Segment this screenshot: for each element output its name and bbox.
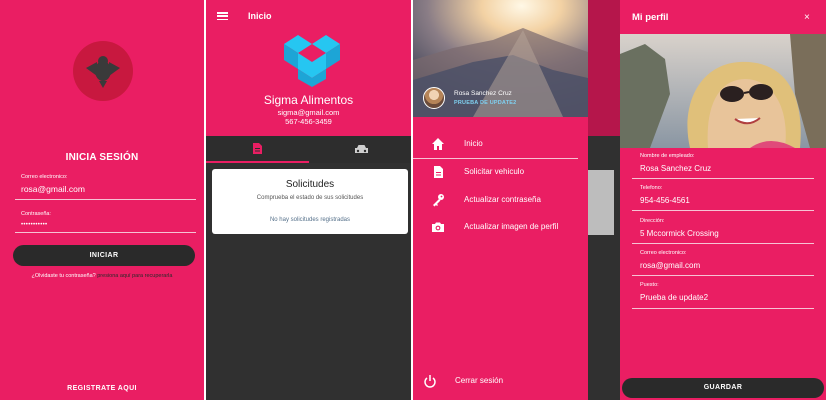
- car-icon: [355, 145, 368, 153]
- document-icon: [253, 143, 262, 154]
- bird-logo-icon: [86, 56, 120, 88]
- close-icon[interactable]: ×: [804, 12, 810, 23]
- email-field[interactable]: rosa@gmail.com: [21, 184, 85, 194]
- card-title: Solicitudes: [285, 179, 335, 190]
- profile-appbar: Mi perfil ×: [620, 0, 826, 34]
- drawer-user-name: Rosa Sanchez Cruz: [454, 90, 512, 97]
- navigation-drawer: Rosa Sanchez Cruz PRUEBA DE UPDATE2 Inic…: [413, 0, 588, 400]
- email-underline: [15, 199, 196, 200]
- camera-icon: [432, 222, 444, 232]
- forgot-text: ¿Olvidaste tu contraseña?: [31, 273, 96, 279]
- drawer-item-inicio[interactable]: Inicio: [413, 133, 588, 155]
- menu-icon[interactable]: [217, 12, 228, 21]
- profile-photo[interactable]: [620, 34, 826, 148]
- tab-requests[interactable]: [206, 136, 309, 163]
- drawer-item-actualizar-contrasena[interactable]: Actualizar contraseña: [413, 189, 588, 211]
- home-screen: Inicio Sigma Alimentos sigma@gmail.com 5…: [206, 0, 411, 400]
- empty-message: No hay solicitudes registradas: [269, 217, 351, 223]
- address-label: Dirección:: [640, 218, 665, 224]
- drawer-item-actualizar-imagen[interactable]: Actualizar imagen de perfil: [413, 216, 588, 238]
- save-button[interactable]: GUARDAR: [622, 378, 824, 398]
- employee-name-field[interactable]: Rosa Sanchez Cruz: [640, 164, 711, 173]
- logout-label: Cerrar sesión: [455, 376, 504, 385]
- drawer-item-label: Actualizar imagen de perfil: [464, 222, 559, 231]
- position-label: Puesto:: [640, 282, 659, 288]
- company-phone: 567-456-3459: [285, 117, 332, 126]
- login-screen: INICIA SESIÓN Correo electronico: rosa@g…: [0, 0, 204, 400]
- phone-label: Telefono:: [640, 185, 663, 191]
- company-name: Sigma Alimentos: [263, 93, 354, 107]
- profile-photo-image: [620, 34, 826, 148]
- dropbox-logo-icon: [284, 35, 340, 87]
- forgot-password: ¿Olvidaste tu contraseña? presiona aquí …: [0, 273, 204, 279]
- profile-screen: Mi perfil × Nombre de empleado: Rosa San…: [620, 0, 826, 400]
- email-field[interactable]: rosa@gmail.com: [640, 261, 700, 270]
- tab-vehicles[interactable]: [309, 136, 411, 163]
- app-logo: [73, 41, 133, 101]
- key-icon: [433, 194, 444, 207]
- card-subtitle: Comprueba el estado de sus solicitudes: [256, 195, 364, 201]
- login-button[interactable]: INICIAR: [13, 245, 195, 266]
- logout-item[interactable]: Cerrar sesión: [413, 370, 588, 392]
- drawer-user-subtitle: PRUEBA DE UPDATE2: [454, 100, 517, 106]
- drawer-item-label: Actualizar contraseña: [464, 195, 541, 204]
- tab-bar: [206, 136, 411, 163]
- power-icon: [424, 375, 436, 388]
- drawer-item-solicitar-vehiculo[interactable]: Solicitar vehiculo: [413, 161, 588, 183]
- email-label: Correo electronico:: [21, 174, 68, 180]
- password-underline: [15, 232, 196, 233]
- employee-name-label: Nombre de empleado:: [640, 153, 695, 159]
- email-label: Correo electronico:: [640, 250, 687, 256]
- password-label: Contraseña:: [21, 211, 51, 217]
- avatar: [423, 87, 445, 109]
- requests-card: Solicitudes Comprueba el estado de sus s…: [212, 169, 408, 234]
- address-field[interactable]: 5 Mccormick Crossing: [640, 229, 719, 238]
- company-email: sigma@gmail.com: [277, 108, 340, 117]
- login-title: INICIA SESIÓN: [65, 152, 139, 163]
- appbar-title: Inicio: [248, 11, 272, 21]
- document-icon: [434, 166, 443, 178]
- home-icon: [432, 138, 444, 150]
- drawer-divider: [413, 158, 578, 159]
- drawer-item-label: Solicitar vehiculo: [464, 167, 525, 176]
- position-field[interactable]: Prueba de update2: [640, 293, 708, 302]
- phone-field[interactable]: 954-456-4561: [640, 196, 690, 205]
- profile-title: Mi perfil: [632, 12, 669, 23]
- password-field[interactable]: •••••••••••: [21, 222, 47, 228]
- drawer-item-label: Inicio: [464, 139, 483, 148]
- recover-link[interactable]: presiona aquí para recuperarla: [97, 273, 172, 279]
- register-link[interactable]: REGISTRATE AQUI: [0, 385, 204, 392]
- drawer-screen: Rosa Sanchez Cruz PRUEBA DE UPDATE2 Inic…: [413, 0, 626, 400]
